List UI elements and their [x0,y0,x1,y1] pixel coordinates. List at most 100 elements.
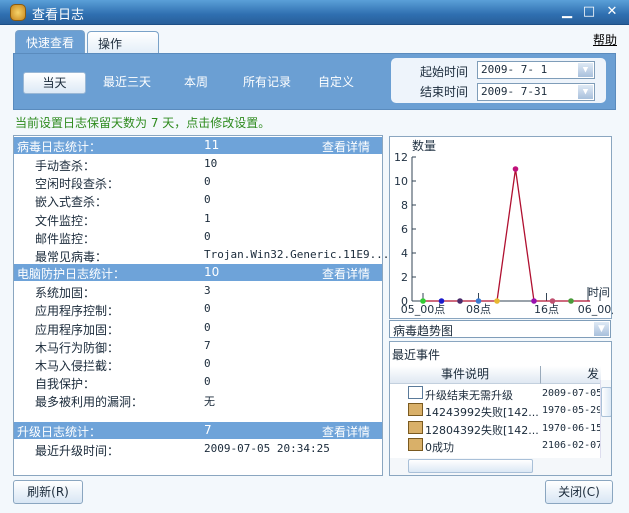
window-title: 查看日志 [32,8,85,23]
stat-label: 最近升级时间： [35,443,120,458]
title-bar: 查看日志 ▁ □ ✕ [0,0,629,25]
stat-row: 系统加固： 3 [14,282,382,300]
vertical-scrollbar[interactable] [600,380,611,458]
stat-value: 0 [204,229,211,243]
vertical-scroll-thumb[interactable] [601,387,611,417]
x-tick-label: 16点 [534,303,559,316]
view-details-link[interactable]: 查看详情 [322,423,370,440]
start-date-value: 2009- 7- 1 [481,63,548,76]
retention-notice-link[interactable]: 当前设置日志保留天数为 7 天，点击修改设置。 [15,114,270,131]
event-description: 14243992失败[142... [425,406,539,420]
event-row[interactable]: 升级结束无需升级 2009-07-05 [390,385,603,402]
stats-panel: 病毒日志统计： 11 查看详情 手动查杀： 10 空闲时段查杀： 0 嵌入式查杀： 0 文件监控：… [13,135,389,476]
close-window-button[interactable]: ✕ [605,5,619,19]
data-point [438,298,445,304]
stat-value: 0 [204,302,211,316]
column-header-description[interactable]: 事件说明 [390,366,541,384]
trend-type-select[interactable]: 病毒趋势图 ▼ [389,320,611,338]
stat-value: 无 [204,395,215,409]
stat-row: 空闲时段查杀： 0 [14,173,382,191]
stat-label: 系统加固： [35,286,96,301]
section-total: 10 [204,265,220,280]
start-date-select[interactable]: 2009- 7- 1 ▼ [477,61,595,79]
help-link[interactable]: 帮助 [593,31,617,48]
log-entry-icon [408,437,423,451]
section-header: 电脑防护日志统计： 10 查看详情 [14,264,382,282]
view-details-link[interactable]: 查看详情 [322,265,370,282]
maximize-button[interactable]: □ [582,5,596,19]
stat-label: 木马行为防御： [35,340,120,355]
y-tick-label: 12 [394,151,408,164]
tab-quick-view[interactable]: 快速查看 [15,30,85,53]
data-point [512,166,519,172]
data-point [494,298,500,304]
x-tick-label: 06_00点 [578,303,613,316]
stat-value: Trojan.Win32.Generic.11E9... [204,248,390,261]
y-tick-label: 2 [401,271,408,284]
section-header: 升级日志统计： 7 查看详情 [14,421,382,440]
stat-label: 应用程序加固： [35,322,120,337]
log-entry-icon [408,403,423,417]
stat-row: 最多被利用的漏洞： 无 [14,391,382,409]
horizontal-scroll-thumb[interactable] [408,459,533,473]
chevron-down-icon[interactable]: ▼ [594,322,609,336]
filter-custom-button[interactable]: 自定义 [310,72,362,94]
minimize-button[interactable]: ▁ [560,5,574,19]
y-tick-label: 6 [401,223,408,236]
stat-label: 空闲时段查杀： [35,177,120,192]
y-tick-label: 8 [401,199,408,212]
x-tick-label: 08点 [466,303,491,316]
trend-type-value: 病毒趋势图 [393,324,454,338]
chevron-down-icon[interactable]: ▼ [578,63,593,77]
filter-last-three-days-button[interactable]: 最近三天 [96,72,158,94]
trend-chart: 024681012数量时间05_00点08点16点06_00点 [389,136,622,319]
stat-label: 手动查杀： [35,159,96,173]
stat-value: 0 [204,357,211,370]
event-description: 0成功 [425,440,454,454]
section-total: 7 [204,422,212,437]
stat-label: 最常见病毒： [35,250,108,264]
data-point [475,298,482,304]
horizontal-scrollbar[interactable] [390,458,611,475]
close-button[interactable]: 关闭(C) [545,480,613,504]
event-time: 1970-06-15 [542,422,603,434]
event-row[interactable]: 0成功 2106-02-07 [390,437,603,454]
stat-value: 7 [204,338,211,352]
filter-this-week-button[interactable]: 本周 [170,72,222,94]
section-title: 电脑防护日志统计： [17,267,126,282]
data-point [420,298,426,304]
stat-row: 自我保护： 0 [14,373,382,391]
event-row[interactable]: 12804392失败[142... 1970-06-15 [390,420,603,437]
filter-today-button[interactable]: 当天 [23,72,86,94]
stat-label: 嵌入式查杀： [35,195,108,210]
event-time: 1970-05-29 [542,405,603,417]
event-time: 2106-02-07 [542,439,603,451]
data-point [531,298,537,304]
stat-label: 木马入侵拦截： [35,359,120,373]
stat-row: 应用程序控制： 0 [14,300,382,318]
end-date-label: 结束时间 [420,85,469,99]
tab-operations[interactable]: 操作 [87,31,159,54]
data-point [568,298,574,304]
column-header-time[interactable]: 发 [541,366,601,384]
filter-all-records-button[interactable]: 所有记录 [236,72,298,94]
section-header: 病毒日志统计： 11 查看详情 [14,137,382,154]
recent-events-title: 最近事件 [392,348,441,362]
stat-row: 木马行为防御： 7 [14,337,382,355]
y-axis-title: 数量 [412,138,436,153]
event-description: 12804392失败[142... [425,423,539,437]
stat-row: 最常见病毒： Trojan.Win32.Generic.11E9... [14,246,389,264]
end-date-select[interactable]: 2009- 7-31 ▼ [477,83,595,101]
data-point [457,298,463,304]
log-entry-icon [408,420,423,434]
stat-value: 0 [204,193,211,207]
stat-row: 嵌入式查杀： 0 [14,191,382,209]
date-range-panel: 起始时间 2009- 7- 1 ▼ 结束时间 2009- 7-31 ▼ [391,58,606,103]
section-title: 升级日志统计： [17,424,102,439]
stat-row: 最近升级时间： 2009-07-05 20:34:25 [14,440,382,458]
chevron-down-icon[interactable]: ▼ [578,85,593,99]
event-row[interactable]: 14243992失败[142... 1970-05-29 [390,402,603,420]
refresh-button[interactable]: 刷新(R) [13,480,83,504]
event-time: 2009-07-05 [542,388,603,399]
view-details-link[interactable]: 查看详情 [322,138,370,155]
